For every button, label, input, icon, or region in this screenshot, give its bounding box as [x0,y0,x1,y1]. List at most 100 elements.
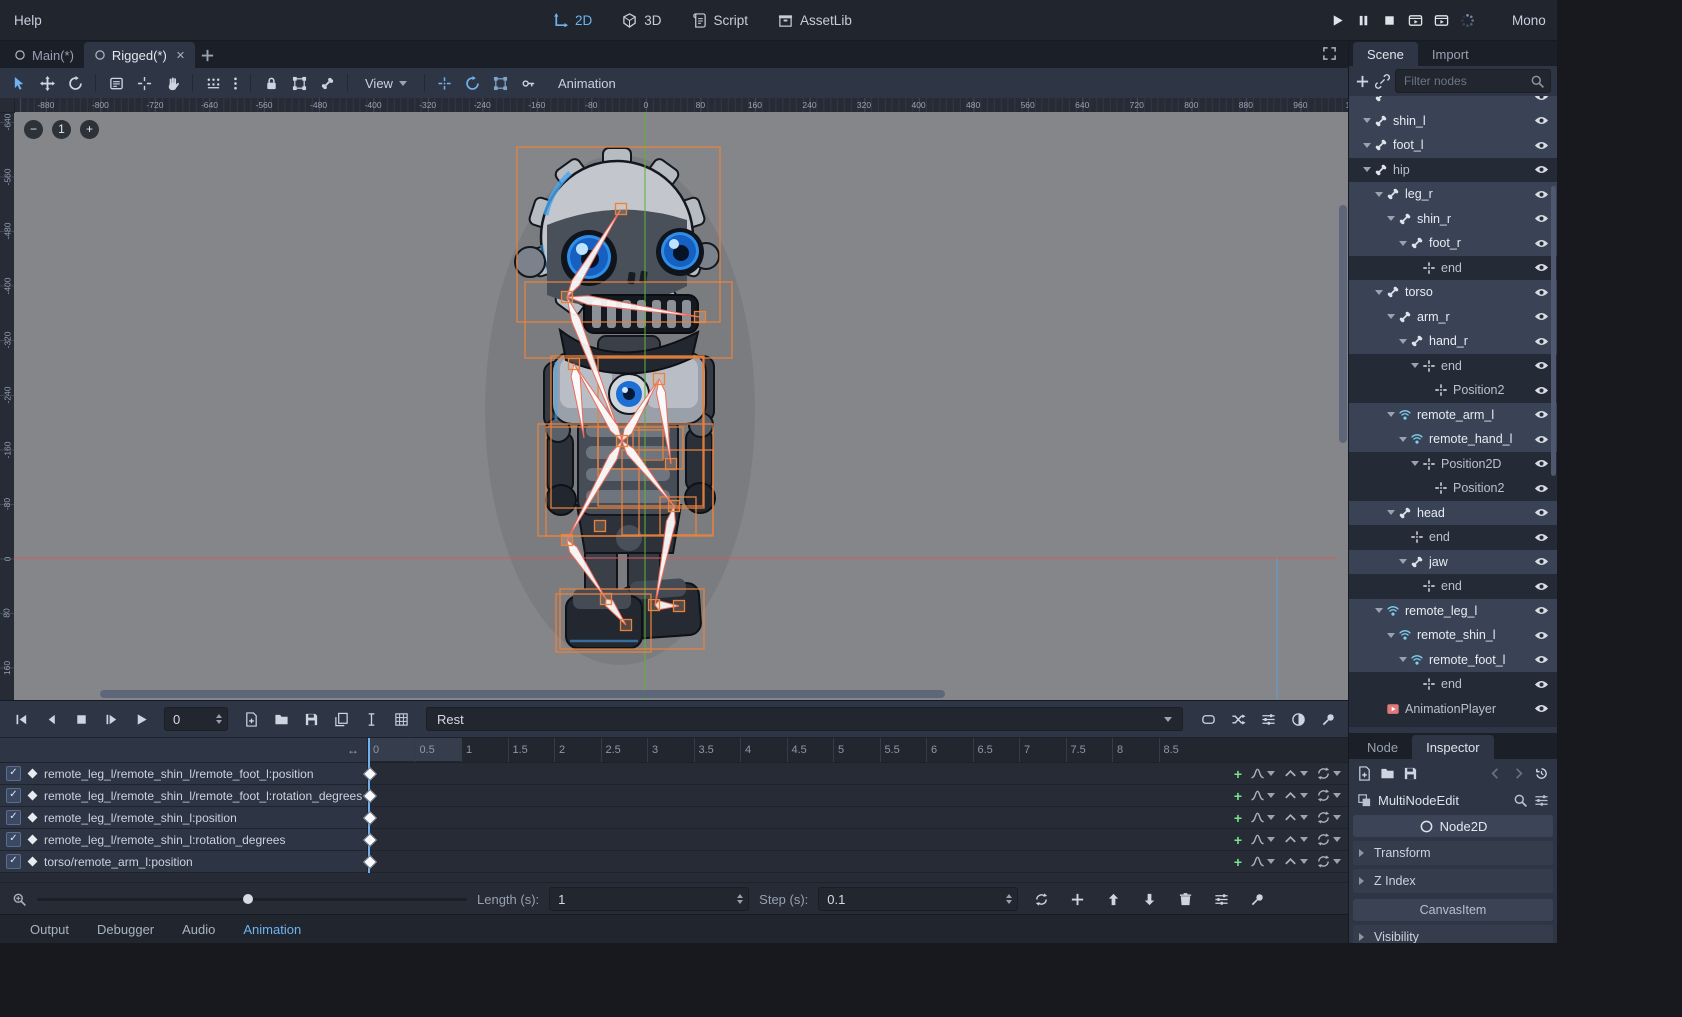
tree-node-row[interactable]: remote_hand_l [1349,427,1557,452]
zoom-in-button[interactable]: + [80,120,99,139]
interpolation-dropdown[interactable] [1283,832,1308,847]
group-object-button[interactable] [286,71,312,95]
view-menu-button[interactable]: View [355,71,417,95]
visibility-eye-icon[interactable] [1534,113,1549,128]
track-enabled-checkbox[interactable] [6,788,21,803]
inspector-section-row[interactable]: Z Index [1353,869,1553,893]
onion-skinning-button[interactable] [1285,707,1311,731]
track-enabled-checkbox[interactable] [6,832,21,847]
track-enabled-checkbox[interactable] [6,766,21,781]
visibility-eye-icon[interactable] [1534,677,1549,692]
scene-tab[interactable]: Rigged(*) [84,42,195,68]
mode-button[interactable]: 2D [545,13,600,28]
timeline-zoom-slider[interactable] [37,891,467,907]
update-mode-dropdown[interactable] [1250,832,1275,847]
spinbox-updown-icon[interactable] [737,891,743,907]
visibility-eye-icon[interactable] [1534,603,1549,618]
tree-node-row[interactable]: end [1349,354,1557,379]
play-custom-scene-button[interactable] [1434,13,1449,28]
mode-button[interactable]: AssetLib [770,13,860,28]
animation-name-select[interactable]: Rest [426,707,1183,731]
distraction-free-button[interactable] [1322,46,1337,66]
insert-key-button[interactable] [516,71,542,95]
visibility-eye-icon[interactable] [1534,481,1549,496]
insert-rotation-key-button[interactable] [460,71,486,95]
collapse-caret-icon[interactable] [1411,363,1419,372]
canvas-vertical-scrollbar[interactable] [1339,205,1347,443]
visibility-eye-icon[interactable] [1534,211,1549,226]
loop-mode-dropdown[interactable] [1316,854,1341,869]
timeline-header[interactable]: 00.511.522.533.544.555.566.577.588.5 [0,738,1349,763]
snap-toggle-button[interactable] [200,71,226,95]
collapse-caret-icon[interactable] [1387,216,1395,225]
collapse-caret-icon[interactable] [1363,118,1371,127]
history-back-icon[interactable] [1488,766,1503,781]
play-backwards-from-end-button[interactable] [8,707,34,731]
collapse-caret-icon[interactable] [1363,143,1371,152]
lock-object-button[interactable] [258,71,284,95]
spinbox-updown-icon[interactable] [216,711,222,727]
update-mode-dropdown[interactable] [1250,810,1275,825]
canvas-horizontal-scrollbar[interactable] [100,690,945,698]
spinbox-updown-icon[interactable] [1006,891,1012,907]
bottom-panel-tab[interactable]: Animation [229,922,315,937]
collapse-caret-icon[interactable] [1387,412,1395,421]
play-backwards-button[interactable] [38,707,64,731]
insert-track-key-button[interactable] [1234,833,1242,847]
collapse-caret-icon[interactable] [1375,192,1383,201]
snap-keys-button[interactable] [1244,887,1270,911]
animation-length-input[interactable] [550,892,748,907]
tree-node-row[interactable]: remote_foot_l [1349,648,1557,673]
loop-mode-dropdown[interactable] [1316,832,1341,847]
visibility-eye-icon[interactable] [1534,407,1549,422]
update-mode-dropdown[interactable] [1250,766,1275,781]
robot-sprite[interactable] [485,148,755,665]
stop-button[interactable] [1382,13,1397,28]
play-scene-button[interactable] [1408,13,1423,28]
new-animation-button[interactable] [238,707,264,731]
dock-tab[interactable]: Scene [1353,42,1418,66]
visibility-eye-icon[interactable] [1534,260,1549,275]
visibility-eye-icon[interactable] [1534,505,1549,520]
tree-node-row[interactable]: shin_r [1349,207,1557,232]
interpolation-dropdown[interactable] [1283,810,1308,825]
play-button[interactable] [1330,13,1345,28]
pan-tool-button[interactable] [159,71,185,95]
insert-track-key-button[interactable] [1234,789,1242,803]
save-animation-button[interactable] [298,707,324,731]
loop-mode-dropdown[interactable] [1316,788,1341,803]
search-properties-icon[interactable] [1513,793,1528,808]
collapse-caret-icon[interactable] [1399,241,1407,250]
move-tool-button[interactable] [34,71,60,95]
loop-mode-dropdown[interactable] [1316,810,1341,825]
tree-node-row[interactable]: end [1349,574,1557,599]
add-node-button[interactable] [1355,69,1370,93]
track-enabled-checkbox[interactable] [6,810,21,825]
tree-node-row[interactable]: Position2 [1349,476,1557,501]
animation-step-input[interactable] [819,892,1017,907]
collapse-caret-icon[interactable] [1375,290,1383,299]
collapse-caret-icon[interactable] [1399,339,1407,348]
autoplay-toggle-button[interactable] [1195,707,1221,731]
pin-animation-player-button[interactable] [1315,707,1341,731]
track-timeline-zone[interactable] [368,785,1349,806]
tree-node-row[interactable]: shin_l [1349,109,1557,134]
collapse-caret-icon[interactable] [1387,314,1395,323]
history-forward-icon[interactable] [1511,766,1526,781]
play-from-start-button[interactable] [98,707,124,731]
dock-tab[interactable]: Import [1418,42,1483,66]
collapse-caret-icon[interactable] [1375,608,1383,617]
visibility-eye-icon[interactable] [1534,138,1549,153]
move-track-down-button[interactable] [1136,887,1162,911]
collapse-caret-icon[interactable] [1387,510,1395,519]
timeline-playhead[interactable] [368,738,370,873]
visibility-eye-icon[interactable] [1534,358,1549,373]
inspector-tab[interactable]: Node [1353,735,1412,759]
tree-node-row[interactable]: torso [1349,280,1557,305]
class-header-node2d[interactable]: Node2D [1353,815,1553,837]
visibility-eye-icon[interactable] [1534,187,1549,202]
rotate-tool-button[interactable] [62,71,88,95]
pause-button[interactable] [1356,13,1371,28]
track-timeline-zone[interactable] [368,851,1349,872]
insert-track-key-button[interactable] [1234,855,1242,869]
